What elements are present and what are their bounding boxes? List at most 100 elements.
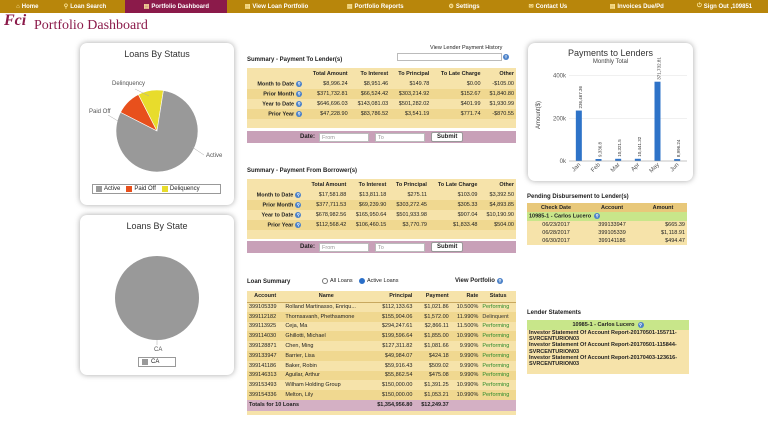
- summary-row: Prior Year ⚲ $112,568.42 $106,460.15 $3,770.…: [247, 220, 516, 230]
- cell-value: $3,541.19: [404, 111, 430, 117]
- cell: $3,541.19: [390, 109, 431, 119]
- cell-principal: $294,247.61: [381, 323, 413, 330]
- cell-account[interactable]: 399105339: [247, 302, 283, 312]
- table-row[interactable]: 399112182 Thornsavanh, Phethsamone $155,90…: [247, 311, 516, 322]
- row-detail-icon[interactable]: ⚲: [296, 100, 303, 107]
- view-portfolio-icon[interactable]: ⚲: [496, 278, 503, 284]
- cell-status: Performing: [482, 392, 510, 399]
- table-row[interactable]: 399146313 Aguilar, Arthur $55,862.54 $475.0…: [247, 370, 516, 381]
- table-row[interactable]: 399154336 Melton, Lily $150,000.00 $1,053.2…: [247, 390, 516, 400]
- column-header[interactable]: Principal: [369, 291, 414, 302]
- cell-value: $143,081.03: [357, 101, 389, 107]
- table-row[interactable]: 399128871 Chen, Ming $127,311.82 $1,081.66 9…: [247, 341, 516, 351]
- nav-item-portfolio-dashboard[interactable]: ▤ Portfolio Dashboard: [125, 0, 228, 13]
- statement-link[interactable]: Investor Statement Of Account Report-201…: [527, 355, 689, 367]
- nav-item-label: Sign Out ,109851: [703, 3, 753, 10]
- cell-account[interactable]: 399112182: [247, 312, 283, 322]
- pie-slice-ca[interactable]: [115, 256, 199, 340]
- status-legend-swatch: [126, 186, 133, 192]
- cell-account[interactable]: 399141186: [247, 361, 283, 371]
- nav-item-settings[interactable]: ⚙ Settings: [425, 0, 504, 13]
- all-loans-radio[interactable]: All Loans: [322, 278, 353, 284]
- nav-item-sign-out-109851[interactable]: ⏻ Sign Out ,109851: [681, 0, 768, 13]
- header-row: Total Amount To Interest To Principal To La…: [247, 179, 516, 190]
- table-row[interactable]: 399133947 Barrier, Lisa $49,984.07 $424.18 9…: [247, 350, 516, 361]
- statements-group-header: 10985-1 - Carlos Lucero ⚲: [527, 320, 689, 330]
- table-row[interactable]: 399113925 Ceja, Ma $294,247.61 $2,866.11 11.…: [247, 322, 516, 332]
- bar-apr[interactable]: [634, 158, 641, 161]
- row-detail-icon[interactable]: ⚲: [296, 90, 303, 97]
- bar-may[interactable]: [654, 81, 661, 161]
- cell-value: $678,982.56: [315, 212, 347, 218]
- table-row[interactable]: 399105339 Rolland Martinasso, Enriqu... $1…: [247, 302, 516, 312]
- row-label: Prior Month ⚲: [247, 89, 304, 99]
- label-ca: CA: [154, 347, 162, 353]
- nav-item-label: Home: [21, 3, 39, 10]
- borrower-from-date-input[interactable]: From: [319, 242, 370, 252]
- pending-group-icon[interactable]: ⚲: [594, 213, 601, 220]
- borrower-to-date-input[interactable]: To: [375, 242, 426, 252]
- view-lender-history-link[interactable]: View Lender Payment History: [430, 45, 502, 51]
- cell: $665.39: [665, 222, 685, 228]
- bar-value-label: 236,467.36: [578, 86, 583, 109]
- lender-history-go-icon[interactable]: ⚲: [503, 54, 509, 60]
- column-header[interactable]: Name: [283, 291, 369, 302]
- nav-item-loan-search[interactable]: ⚲ Loan Search: [45, 0, 126, 13]
- statement-link[interactable]: Investor Statement Of Account Report-201…: [527, 342, 689, 354]
- table-row[interactable]: 399153493 Wilham Holding Group $150,000.00…: [247, 380, 516, 390]
- cell-rate: 11.500%: [457, 323, 479, 330]
- table-row[interactable]: 399114030 Ghillotti, Michael $199,596.64 $1…: [247, 331, 516, 342]
- lender-history-select[interactable]: [397, 53, 502, 61]
- cell-account[interactable]: 399113925: [247, 322, 283, 332]
- nav-item-contact-us[interactable]: ✉ Contact Us: [504, 0, 593, 13]
- status-legend-item: Paid Off: [126, 186, 156, 192]
- row-detail-icon[interactable]: ⚲: [295, 211, 302, 218]
- cell-value: $907.04: [457, 212, 478, 218]
- cell: $494.47: [665, 238, 685, 244]
- row-detail-icon[interactable]: ⚲: [295, 221, 302, 228]
- bar-mar[interactable]: [615, 158, 622, 161]
- borrower-submit-button[interactable]: Submit: [431, 242, 464, 252]
- cell-payment: $1,855.00: [424, 333, 449, 340]
- search-icon: ⚲: [63, 4, 69, 10]
- lender-statements-panel: 10985-1 - Carlos Lucero ⚲ Investor State…: [527, 320, 689, 374]
- row-detail-icon[interactable]: ⚲: [295, 191, 302, 198]
- summary-lender-date-bar: Date: From To Submit: [247, 131, 516, 143]
- cell-account[interactable]: 399153493: [247, 380, 283, 390]
- bar-value-label: 8,996.24: [676, 139, 681, 157]
- statements-group-icon[interactable]: ⚲: [637, 322, 644, 328]
- column-header[interactable]: Payment: [414, 291, 450, 302]
- statement-link[interactable]: Investor Statement Of Account Report-201…: [527, 330, 689, 342]
- active-loans-label: Active Loans: [367, 278, 399, 284]
- lender-to-date-input[interactable]: To: [375, 132, 426, 142]
- bar-jan[interactable]: [575, 110, 582, 161]
- cell: $303,214.92: [390, 89, 431, 99]
- cell: $371,732.81: [304, 89, 350, 99]
- cell-account[interactable]: 399154336: [247, 390, 283, 400]
- column-header[interactable]: Rate: [451, 291, 481, 302]
- row-detail-icon[interactable]: ⚲: [295, 201, 302, 208]
- active-loans-radio-circle[interactable]: [359, 278, 365, 284]
- cell-account[interactable]: 399146313: [247, 371, 283, 381]
- table-row[interactable]: 399141186 Baker, Robin $59,916.43 $509.02 9.…: [247, 361, 516, 371]
- cell-account[interactable]: 399133947: [247, 351, 283, 361]
- column-header[interactable]: Account: [247, 291, 283, 302]
- cell-payment: $1,391.25: [424, 382, 449, 389]
- cell-account[interactable]: 399128871: [247, 341, 283, 351]
- row-detail-icon[interactable]: ⚲: [296, 80, 303, 87]
- summary-borrower-title: Summary - Payment From Borrower(s): [247, 168, 358, 174]
- row-label-text: Year to Date: [262, 101, 295, 108]
- all-loans-radio-circle[interactable]: [322, 278, 328, 284]
- portfolio-icon: ▤: [244, 4, 251, 10]
- row-detail-icon[interactable]: ⚲: [296, 110, 303, 117]
- lender-submit-button[interactable]: Submit: [431, 132, 464, 142]
- nav-item-view-loan-portfolio[interactable]: ▤ View Loan Portfolio: [227, 0, 326, 13]
- cell: $1,840.80: [483, 89, 516, 99]
- active-loans-radio[interactable]: Active Loans: [359, 278, 399, 284]
- nav-item-invoices-due-pd[interactable]: ▤ Invoices Due/Pd: [592, 0, 681, 13]
- cell-account[interactable]: 399114030: [247, 331, 283, 341]
- view-portfolio-link[interactable]: View Portfolio ⚲: [455, 278, 503, 284]
- nav-item-portfolio-reports[interactable]: ▤ Portfolio Reports: [326, 0, 425, 13]
- column-header[interactable]: Status: [480, 291, 516, 302]
- lender-from-date-input[interactable]: From: [319, 132, 370, 142]
